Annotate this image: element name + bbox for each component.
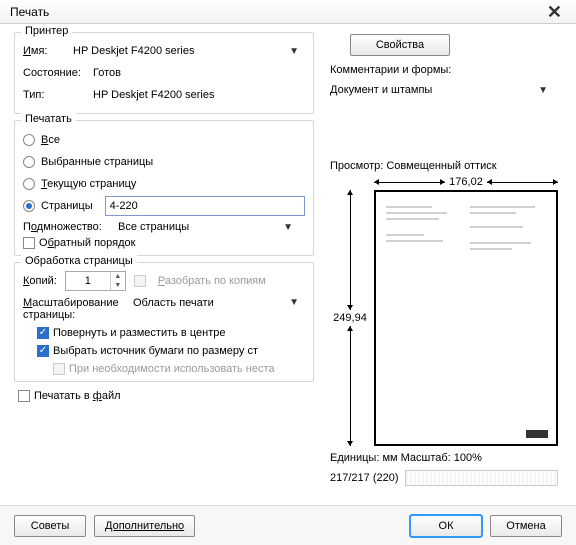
preview-height-dim: 249,94 [330, 190, 370, 446]
window-title: Печать [10, 5, 49, 19]
preview-title: Просмотр: Совмещенный оттиск [330, 160, 558, 172]
radio-selected[interactable]: Выбранные страницы [23, 151, 305, 173]
paper-source-label: Выбрать источник бумаги по размеру ст [53, 345, 258, 357]
printer-name-dropdown[interactable]: HP Deskjet F4200 series [73, 45, 289, 57]
printer-type-label: Тип: [23, 89, 93, 101]
radio-selected-label: Выбранные страницы [41, 156, 153, 168]
chevron-down-icon: ▼ [289, 297, 305, 309]
preview-page [374, 190, 558, 446]
radio-current[interactable]: Текущую страницу [23, 173, 305, 195]
rotate-checkbox[interactable] [37, 327, 49, 339]
radio-all[interactable]: Все [23, 129, 305, 151]
subset-value: Все страницы [118, 221, 189, 233]
radio-pages-label: Страницы [41, 200, 93, 212]
printer-group-title: Принтер [21, 25, 72, 37]
printer-state-value: Готов [93, 67, 121, 79]
comments-dropdown[interactable]: Документ и штампы ▼ [330, 80, 560, 100]
paper-source-checkbox[interactable] [37, 345, 49, 357]
spinner-arrows[interactable]: ▲▼ [110, 272, 125, 290]
reverse-checkbox[interactable] [23, 237, 35, 249]
scale-label: Масштабирование страницы: [23, 297, 133, 321]
title-bar: Печать [0, 0, 576, 24]
preview-status: 217/217 (220) [330, 472, 399, 484]
radio-current-label: Текущую страницу [41, 178, 136, 190]
custom-paper-checkbox [53, 363, 65, 375]
subset-label: Подмножество: [23, 221, 118, 233]
preview-page-number [526, 430, 548, 438]
chevron-down-icon: ▼ [283, 222, 299, 233]
preview-height-value: 249,94 [333, 310, 367, 326]
collate-checkbox [134, 275, 146, 287]
copies-spinner[interactable]: 1 ▲▼ [65, 271, 126, 291]
printer-name-label: Имя: [23, 45, 73, 57]
copies-value: 1 [66, 275, 110, 287]
scale-dropdown[interactable]: Область печати ▼ [133, 297, 305, 309]
print-range-group: Печатать Все Выбранные страницы Текущую … [14, 120, 314, 256]
page-handling-group: Обработка страницы Копий: 1 ▲▼ Разобрать… [14, 262, 314, 382]
button-bar: Советы Дополнительно ОК Отмена [0, 505, 576, 545]
comments-label: Комментарии и формы: [330, 64, 560, 76]
cancel-label: Отмена [506, 520, 545, 532]
progress-bar [405, 470, 559, 486]
copies-label: Копий: [23, 275, 57, 287]
advanced-button[interactable]: Дополнительно [94, 515, 195, 537]
subset-dropdown[interactable]: Все страницы ▼ [118, 221, 305, 233]
radio-icon [23, 178, 35, 190]
printer-type-value: HP Deskjet F4200 series [93, 89, 214, 101]
radio-icon [23, 134, 35, 146]
radio-icon [23, 200, 35, 212]
ok-label: ОК [439, 520, 454, 532]
reverse-label: Обратный порядок [39, 237, 135, 249]
chevron-down-icon[interactable]: ▼ [289, 46, 305, 57]
properties-button-label: Свойства [376, 39, 424, 51]
cancel-button[interactable]: Отмена [490, 515, 562, 537]
preview-units: Единицы: мм Масштаб: 100% [330, 452, 558, 464]
print-to-file-label: Печатать в файл [34, 390, 121, 402]
tips-button[interactable]: Советы [14, 515, 86, 537]
preview-width-value: 176,02 [445, 176, 487, 188]
close-icon[interactable]: ✕ [547, 2, 562, 23]
collate-label: Разобрать по копиям [158, 275, 266, 287]
chevron-down-icon: ▼ [538, 85, 554, 96]
properties-button[interactable]: Свойства [350, 34, 450, 56]
ok-button[interactable]: ОК [410, 515, 482, 537]
advanced-label: Дополнительно [105, 520, 184, 532]
printer-state-label: Состояние: [23, 67, 93, 79]
custom-paper-label: При необходимости использовать неста [69, 363, 275, 375]
radio-all-label: Все [41, 134, 60, 146]
preview-area: Просмотр: Совмещенный оттиск 176,02 249,… [330, 160, 558, 486]
print-to-file-checkbox[interactable] [18, 390, 30, 402]
comments-value: Документ и штампы [330, 84, 432, 96]
tips-label: Советы [31, 520, 69, 532]
scale-value: Область печати [133, 297, 214, 309]
radio-icon [23, 156, 35, 168]
pages-input[interactable] [105, 196, 305, 216]
print-range-title: Печатать [21, 113, 76, 125]
page-handling-title: Обработка страницы [21, 255, 137, 267]
radio-pages[interactable]: Страницы [23, 195, 305, 217]
printer-group: Принтер Имя: HP Deskjet F4200 series ▼ С… [14, 32, 314, 114]
preview-width-dim: 176,02 [374, 176, 558, 188]
rotate-label: Повернуть и разместить в центре [53, 327, 225, 339]
